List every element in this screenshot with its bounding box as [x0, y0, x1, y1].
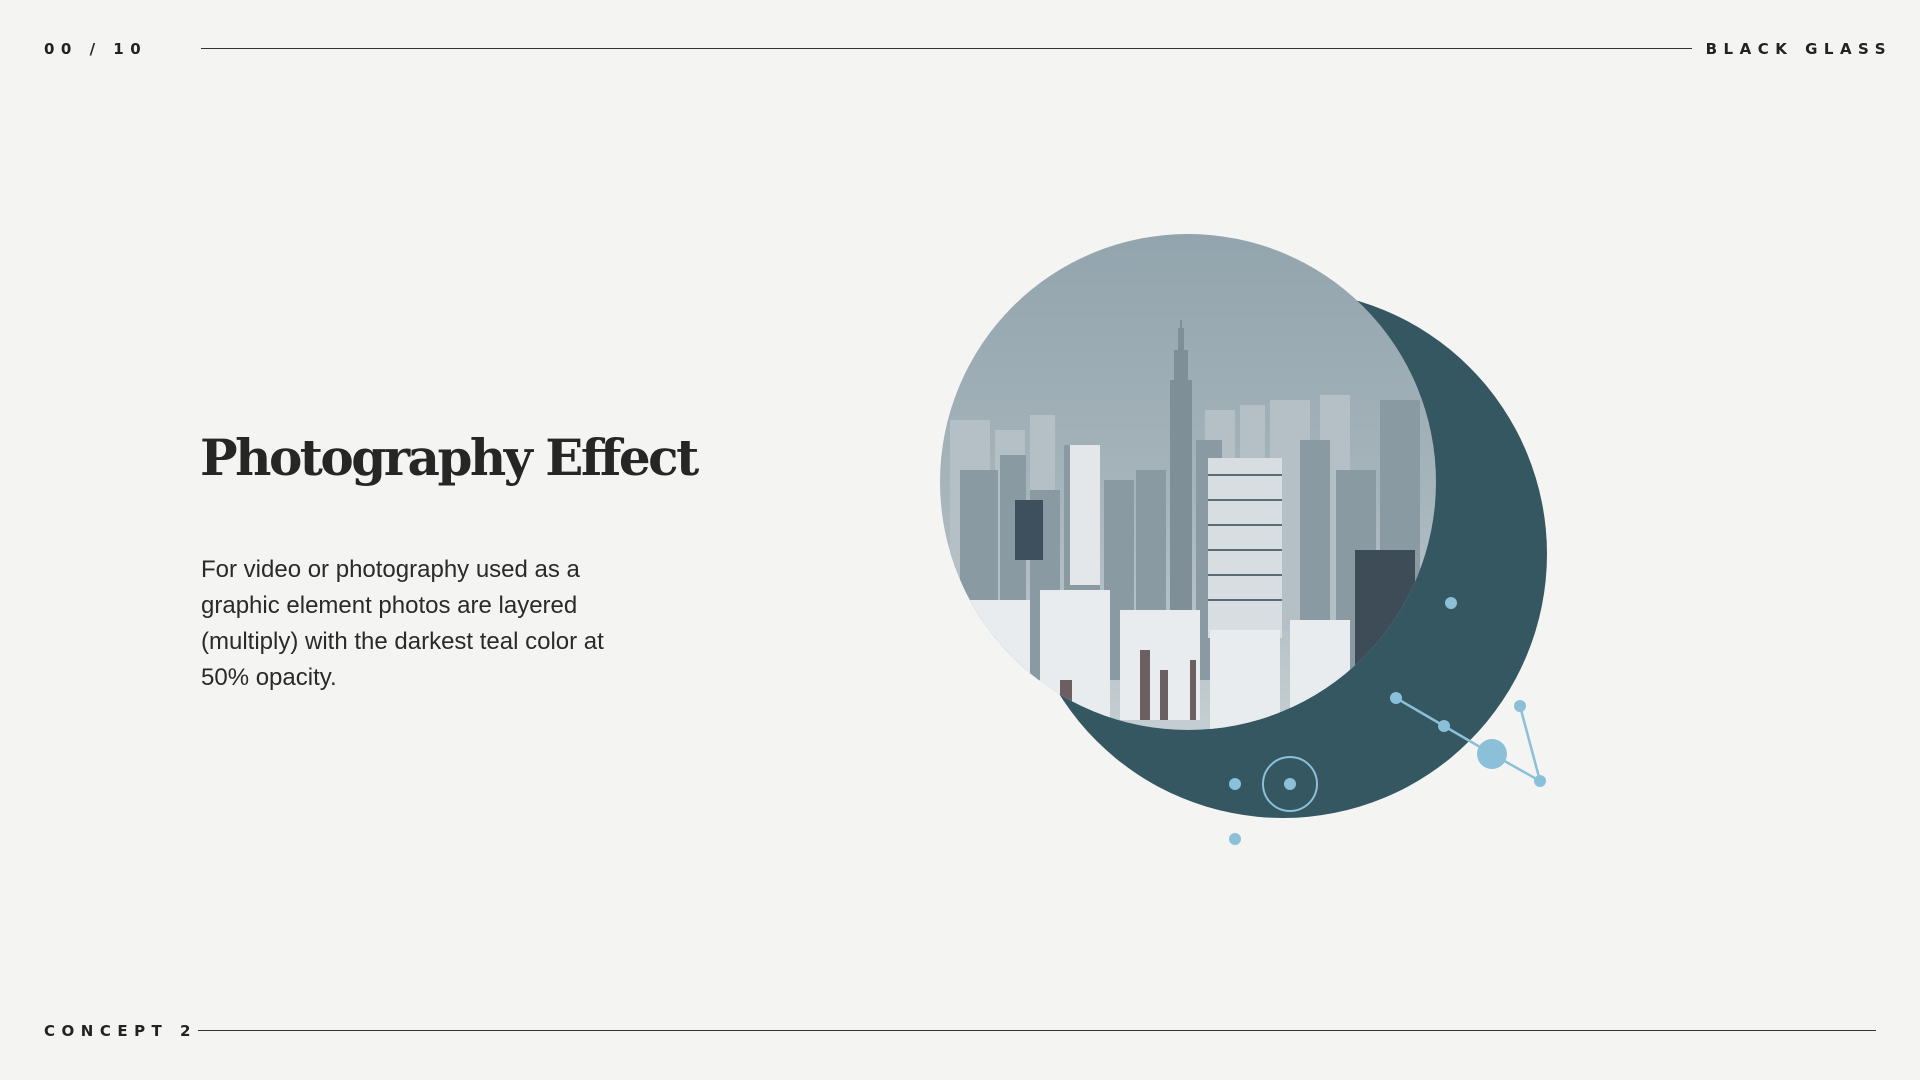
- concept-label: CONCEPT 2: [44, 1022, 197, 1040]
- footer-divider: [198, 1030, 1876, 1031]
- photography-effect-graphic: [940, 234, 1547, 845]
- slide-title: Photography Effect: [200, 428, 699, 487]
- slide-body-text: For video or photography used as a graph…: [201, 556, 604, 691]
- page-number: 00 / 10: [44, 40, 148, 58]
- header-divider: [201, 48, 1692, 49]
- brand-name: BLACK GLASS: [1705, 40, 1892, 58]
